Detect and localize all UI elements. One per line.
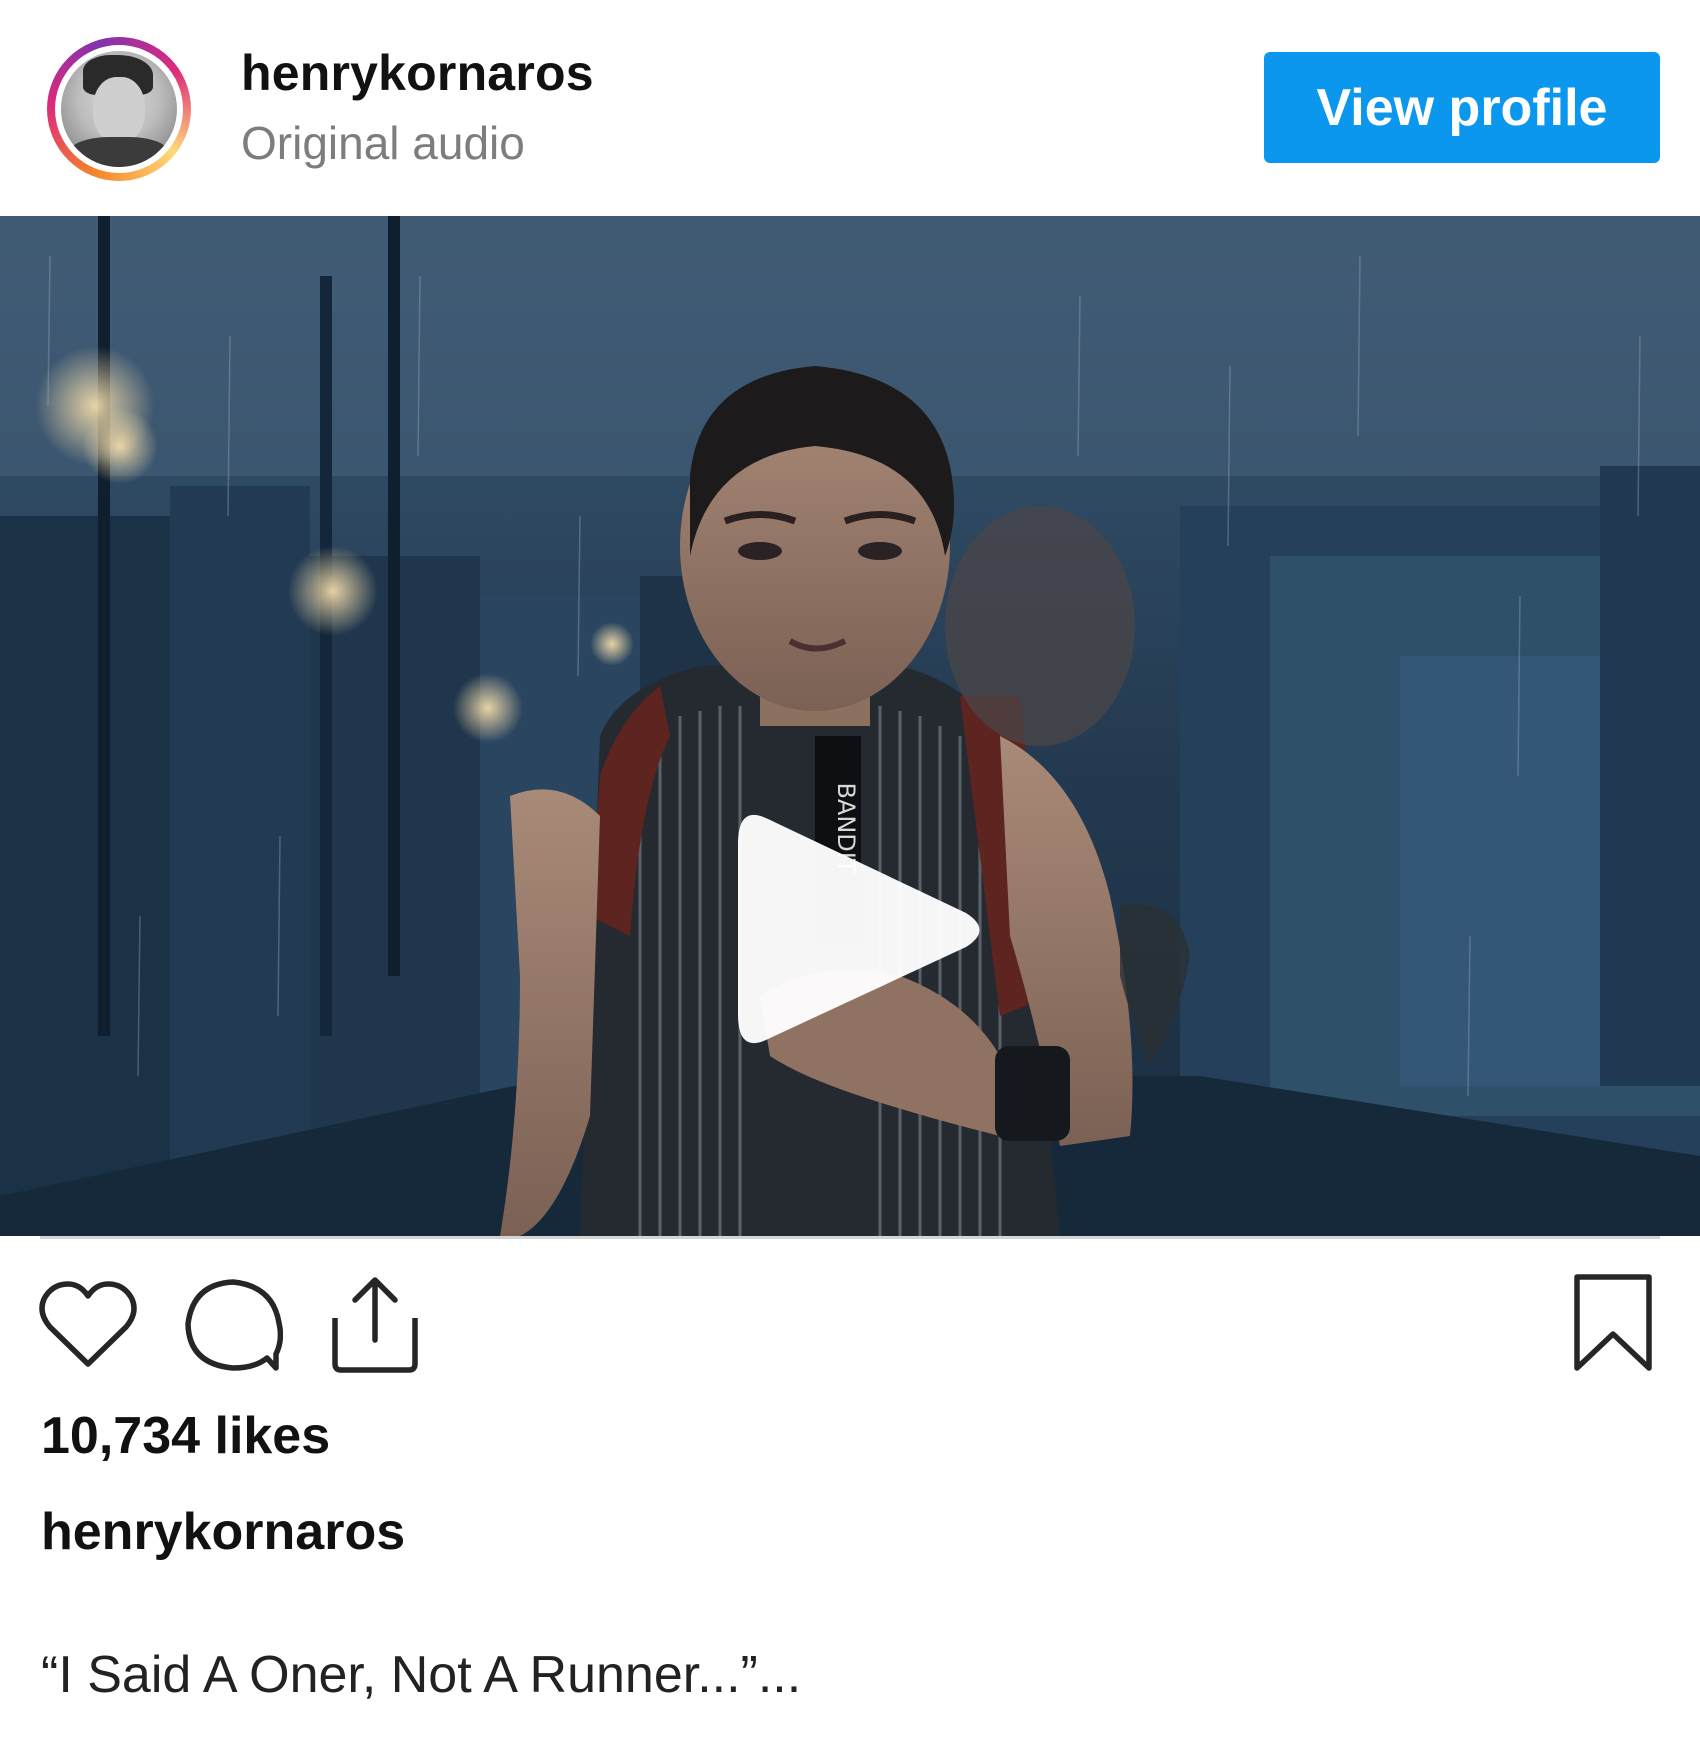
- video-post[interactable]: BANDIT: [0, 216, 1700, 1236]
- play-button[interactable]: [738, 799, 988, 1061]
- avatar[interactable]: [47, 37, 191, 181]
- avatar-photo: [61, 51, 177, 167]
- comment-button[interactable]: [183, 1276, 284, 1381]
- heart-icon: [39, 1281, 137, 1367]
- caption-text: “I Said A Oner, Not A Runner...”...: [41, 1646, 802, 1704]
- post-header: henrykornaros Original audio View profil…: [0, 0, 1700, 216]
- like-button[interactable]: [38, 1280, 138, 1375]
- save-button[interactable]: [1572, 1272, 1654, 1379]
- share-button[interactable]: [330, 1274, 420, 1379]
- likes-count[interactable]: 10,734 likes: [41, 1406, 330, 1466]
- avatar-frame: [55, 45, 183, 173]
- avatar-face: [93, 77, 145, 143]
- play-icon: [738, 814, 980, 1044]
- audio-label[interactable]: Original audio: [241, 116, 525, 170]
- bookmark-icon: [1574, 1274, 1652, 1371]
- view-profile-button[interactable]: View profile: [1264, 52, 1660, 163]
- media-divider: [40, 1236, 1660, 1239]
- action-bar: [0, 1262, 1700, 1382]
- video-frame: BANDIT: [0, 216, 1700, 1236]
- comment-icon: [185, 1279, 284, 1371]
- avatar-shirt: [69, 137, 169, 167]
- caption-username[interactable]: henrykornaros: [41, 1502, 405, 1562]
- share-icon: [332, 1277, 418, 1373]
- header-username[interactable]: henrykornaros: [241, 44, 594, 102]
